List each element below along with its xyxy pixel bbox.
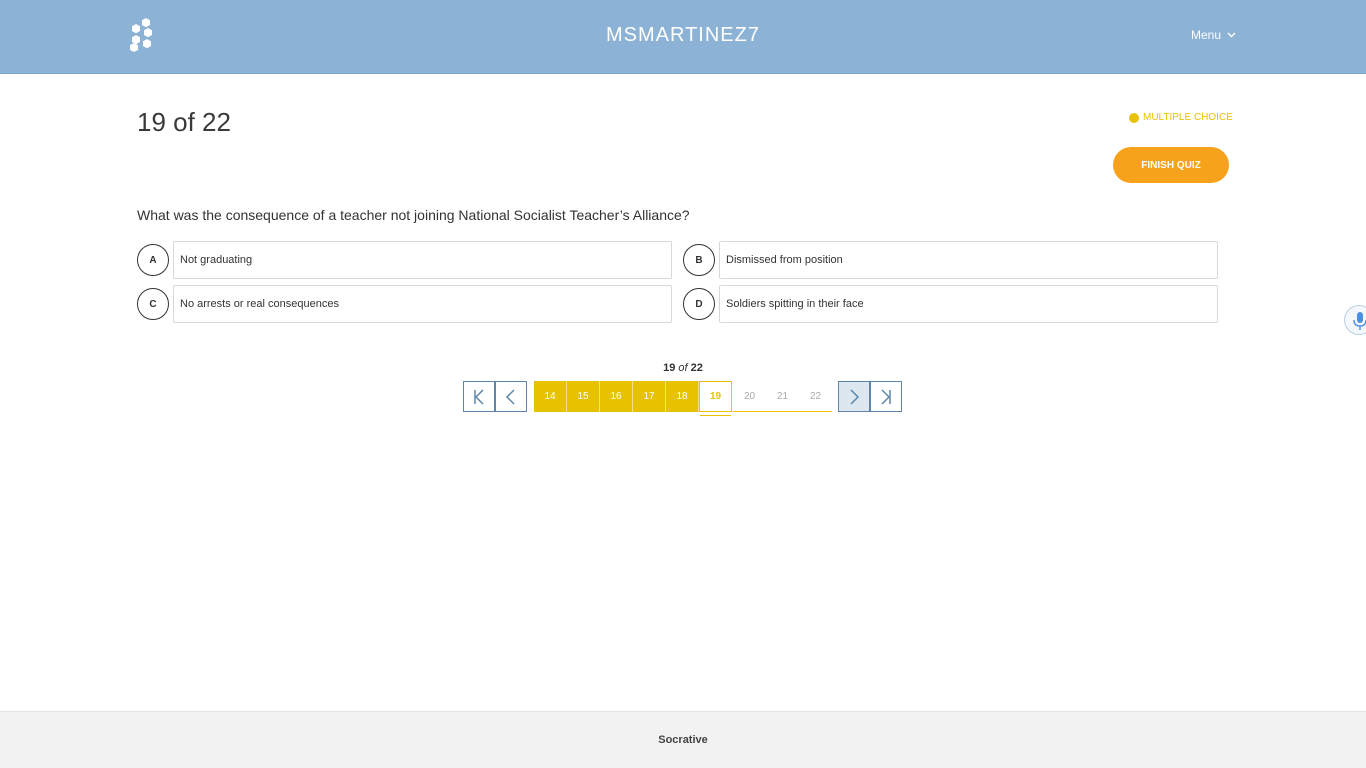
chevron-left-icon <box>505 388 515 405</box>
answer-option-d[interactable]: D Soldiers spitting in their face <box>683 285 1218 323</box>
menu-dropdown[interactable]: Menu <box>1191 28 1236 42</box>
page-button-15[interactable]: 15 <box>567 381 600 412</box>
footer-brand: Socrative <box>658 734 708 746</box>
answer-option-c[interactable]: C No arrests or real consequences <box>137 285 672 323</box>
microphone-icon <box>1353 312 1366 330</box>
page-button-18[interactable]: 18 <box>666 381 699 412</box>
page-button-19-current[interactable]: 19 <box>699 381 732 416</box>
last-page-icon <box>881 388 891 405</box>
chevron-right-icon <box>850 388 860 405</box>
page-button-22[interactable]: 22 <box>799 381 832 412</box>
next-page-button[interactable] <box>838 381 870 412</box>
menu-label: Menu <box>1191 28 1222 42</box>
answer-option-a[interactable]: A Not graduating <box>137 241 672 279</box>
page-button-17[interactable]: 17 <box>633 381 666 412</box>
answer-text-box[interactable]: Dismissed from position <box>719 241 1218 279</box>
page-button-21[interactable]: 21 <box>766 381 799 412</box>
answer-letter[interactable]: C <box>137 288 169 320</box>
page-button-14[interactable]: 14 <box>534 381 567 412</box>
last-page-button[interactable] <box>870 381 902 412</box>
room-name: MSMARTINEZ7 <box>606 24 760 46</box>
pager-current: 19 <box>663 362 676 374</box>
question-type-label: MULTIPLE CHOICE <box>1143 112 1233 123</box>
top-header: MSMARTINEZ7 Menu <box>0 0 1366 74</box>
page-footer: Socrative <box>0 711 1366 768</box>
page-button-16[interactable]: 16 <box>600 381 633 412</box>
first-page-icon <box>474 388 484 405</box>
question-type-badge: MULTIPLE CHOICE <box>1129 112 1233 123</box>
question-text: What was the consequence of a teacher no… <box>137 207 690 223</box>
answer-letter[interactable]: D <box>683 288 715 320</box>
previous-page-button[interactable] <box>495 381 527 412</box>
finish-quiz-button[interactable]: FINISH QUIZ <box>1113 147 1229 183</box>
chevron-down-icon <box>1227 32 1236 38</box>
voice-input-button[interactable] <box>1344 305 1366 335</box>
answer-text-box[interactable]: Soldiers spitting in their face <box>719 285 1218 323</box>
answer-text-box[interactable]: Not graduating <box>173 241 672 279</box>
status-dot-icon <box>1129 112 1139 123</box>
page-button-20[interactable]: 20 <box>733 381 766 412</box>
answer-option-b[interactable]: B Dismissed from position <box>683 241 1218 279</box>
pager-total: 22 <box>690 362 703 374</box>
pager-of: of <box>678 362 688 374</box>
answer-letter[interactable]: B <box>683 244 715 276</box>
first-page-button[interactable] <box>463 381 495 412</box>
question-progress-title: 19 of 22 <box>137 107 231 137</box>
answer-text-box[interactable]: No arrests or real consequences <box>173 285 672 323</box>
answer-letter[interactable]: A <box>137 244 169 276</box>
pager-position-label: 19 of 22 <box>0 362 1366 374</box>
